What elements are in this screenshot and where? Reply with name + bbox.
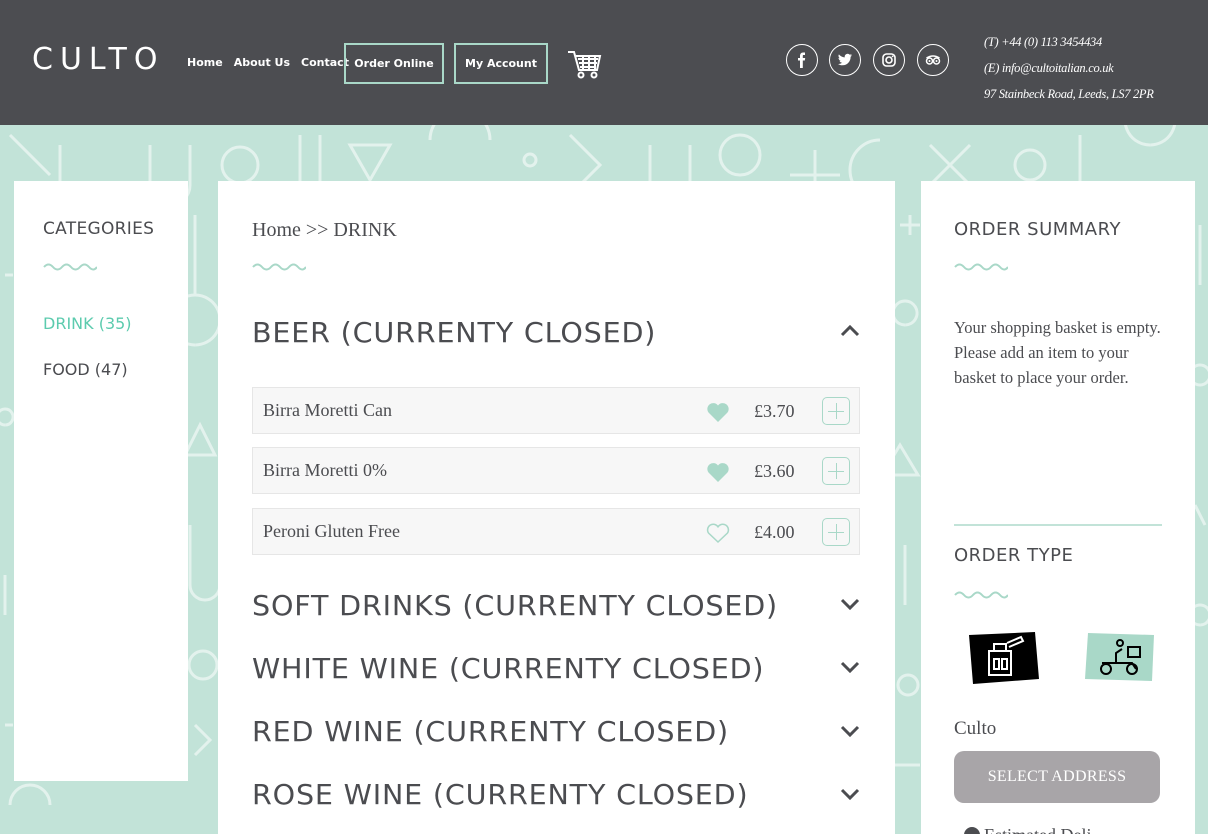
order-summary-panel: ORDER SUMMARY Your shopping basket is em…: [921, 181, 1195, 834]
nav-contact-link[interactable]: Contact: [301, 56, 349, 69]
facebook-icon[interactable]: [786, 44, 818, 76]
radio-icon[interactable]: [964, 827, 980, 834]
heart-outline-icon[interactable]: [706, 522, 730, 544]
select-address-button[interactable]: SELECT ADDRESS: [954, 751, 1160, 803]
menu-item-row: Peroni Gluten Free £4.00: [252, 508, 860, 555]
cart-icon[interactable]: [566, 48, 602, 80]
order-online-button[interactable]: Order Online: [344, 43, 444, 84]
chevron-down-icon[interactable]: [840, 725, 860, 737]
heart-filled-icon[interactable]: [706, 401, 730, 423]
menu-item-price: £3.60: [754, 461, 795, 481]
site-logo[interactable]: CULTO: [32, 42, 164, 77]
collection-icon[interactable]: [965, 629, 1041, 687]
heart-filled-icon[interactable]: [706, 461, 730, 483]
menu-item-name: Birra Moretti Can: [263, 400, 392, 420]
menu-item-name: Peroni Gluten Free: [263, 521, 400, 541]
order-summary-title: ORDER SUMMARY: [954, 219, 1121, 240]
section-rose-wine-title[interactable]: ROSE WINE (CURRENTY CLOSED): [252, 778, 748, 811]
squiggle-divider: [43, 263, 97, 271]
category-food[interactable]: FOOD (47): [43, 360, 128, 379]
squiggle-divider: [954, 591, 1008, 599]
twitter-icon[interactable]: [829, 44, 861, 76]
contact-phone[interactable]: (T) +44 (0) 113 3454434: [984, 29, 1154, 55]
add-to-basket-button[interactable]: [822, 457, 850, 485]
categories-panel: CATEGORIES DRINK (35) FOOD (47): [14, 181, 188, 781]
add-to-basket-button[interactable]: [822, 518, 850, 546]
contact-address: 97 Stainbeck Road, Leeds, LS7 2PR: [984, 87, 1154, 101]
menu-item-price: £4.00: [754, 522, 795, 542]
chevron-down-icon[interactable]: [840, 598, 860, 610]
restaurant-name: Culto: [954, 718, 997, 739]
tripadvisor-icon[interactable]: [917, 44, 949, 76]
categories-title: CATEGORIES: [43, 219, 155, 239]
add-to-basket-button[interactable]: [822, 397, 850, 425]
contact-email[interactable]: (E) info@cultoitalian.co.uk: [984, 55, 1154, 81]
delivery-icon[interactable]: [1082, 629, 1158, 687]
menu-item-price: £3.70: [754, 401, 795, 421]
nav-about-link[interactable]: About Us: [234, 56, 290, 69]
contact-info: (T) +44 (0) 113 3454434 (E) info@cultoit…: [984, 29, 1154, 107]
squiggle-divider: [954, 263, 1008, 271]
main-nav: Home About Us Contact: [187, 56, 349, 69]
order-type-title: ORDER TYPE: [954, 545, 1074, 566]
menu-panel: Home >> DRINK BEER (CURRENTY CLOSED) Bir…: [218, 181, 895, 834]
estimated-delivery-label: Estimated Deli: [984, 825, 1091, 834]
my-account-button[interactable]: My Account: [454, 43, 548, 84]
chevron-down-icon[interactable]: [840, 788, 860, 800]
chevron-up-icon[interactable]: [840, 325, 860, 337]
section-beer-title[interactable]: BEER (CURRENTY CLOSED): [252, 316, 656, 349]
menu-item-name: Birra Moretti 0%: [263, 460, 387, 480]
menu-item-row: Birra Moretti Can £3.70: [252, 387, 860, 434]
squiggle-divider: [252, 263, 306, 271]
section-soft-drinks-title[interactable]: SOFT DRINKS (CURRENTY CLOSED): [252, 589, 778, 622]
chevron-down-icon[interactable]: [840, 661, 860, 673]
instagram-icon[interactable]: [873, 44, 905, 76]
section-white-wine-title[interactable]: WHITE WINE (CURRENTY CLOSED): [252, 652, 764, 685]
section-red-wine-title[interactable]: RED WINE (CURRENTY CLOSED): [252, 715, 729, 748]
basket-empty-message: Your shopping basket is empty. Please ad…: [954, 318, 1161, 387]
site-header: CULTO Home About Us Contact Order Online…: [0, 0, 1208, 125]
menu-item-row: Birra Moretti 0% £3.60: [252, 447, 860, 494]
category-drink[interactable]: DRINK (35): [43, 314, 132, 333]
nav-home-link[interactable]: Home: [187, 56, 223, 69]
breadcrumb[interactable]: Home >> DRINK: [252, 219, 397, 242]
divider: [954, 524, 1162, 526]
